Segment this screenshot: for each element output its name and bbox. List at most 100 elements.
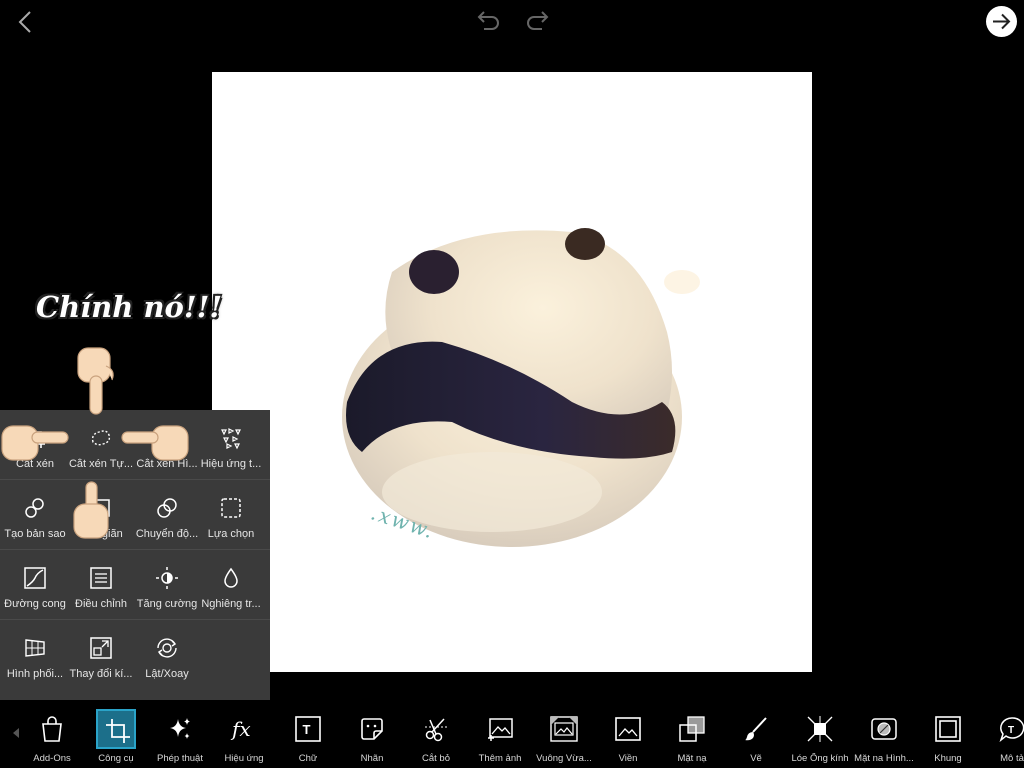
toolbar-addons[interactable]: Add-Ons: [20, 706, 84, 766]
toolbar-add-photo[interactable]: Thêm ảnh: [468, 706, 532, 766]
tool-enhance[interactable]: Tăng cường: [134, 550, 200, 620]
tiltshift-icon: [224, 567, 238, 588]
toolbar-border[interactable]: Viền: [596, 706, 660, 766]
icon-wrap: [672, 709, 712, 749]
tool-label: Lật/Xoay: [145, 668, 189, 680]
tool-tilt-shift[interactable]: Nghiêng tr...: [198, 550, 264, 620]
toolbar-frame[interactable]: Khung: [916, 706, 980, 766]
hand-pointing-left-icon: [121, 425, 189, 461]
toolbar-mask[interactable]: Mặt nạ: [660, 706, 724, 766]
tool-motion[interactable]: Chuyển độ...: [134, 480, 200, 550]
tool-clone[interactable]: Tạo bản sao: [2, 480, 68, 550]
border-icon: [615, 717, 641, 741]
lens-flare-icon: [807, 716, 833, 742]
icon-wrap: [928, 709, 968, 749]
tool-label: Điều chỉnh: [75, 598, 127, 610]
hand-pointing-right-icon: [1, 425, 69, 461]
icon-wrap: [96, 709, 136, 749]
frame-icon: [935, 716, 961, 742]
icon-wrap: [32, 709, 72, 749]
tool-resize[interactable]: Thay đổi kí...: [68, 620, 134, 690]
toolbar-text[interactable]: T Chữ: [276, 706, 340, 766]
icon-wrap: [352, 709, 392, 749]
redo-button[interactable]: [524, 8, 554, 36]
tool-label: Hình phối...: [6, 668, 64, 680]
toolbar-shape-mask[interactable]: Mặt na Hình...: [852, 706, 916, 766]
sticker-caption: Chính nó!!!: [36, 290, 223, 324]
toolbar-sticker[interactable]: Nhãn: [340, 706, 404, 766]
toolbar-effects[interactable]: fx Hiệu ứng: [212, 706, 276, 766]
icon-wrap: [608, 709, 648, 749]
text-icon: T: [295, 716, 321, 742]
mask-icon: [679, 716, 705, 742]
shape-mask-icon: [871, 718, 897, 740]
perspective-icon: [25, 639, 45, 657]
tool-dispersion[interactable]: Hiệu ứng t...: [198, 410, 264, 480]
tool-label: Tạo bản sao: [4, 528, 66, 540]
chevron-left-icon: [18, 11, 31, 33]
chevron-left-icon[interactable]: [10, 726, 20, 740]
toolbar-tools[interactable]: Công cụ: [84, 706, 148, 766]
photo-canvas[interactable]: .xww.: [212, 72, 812, 672]
toolbar-label: Add-Ons: [33, 753, 71, 764]
hand-pointing-up-icon: [73, 481, 109, 539]
toolbar-label: Chữ: [298, 753, 318, 764]
tool-adjust[interactable]: Điều chỉnh: [68, 550, 134, 620]
tool-label: Hiệu ứng t...: [200, 458, 262, 470]
tool-label: Đường cong: [4, 598, 66, 610]
toolbar-callout[interactable]: T Mô tả: [980, 706, 1024, 766]
toolbar-label: Mô tả: [1000, 753, 1024, 764]
toolbar-magic[interactable]: Phép thuật: [148, 706, 212, 766]
back-button[interactable]: [12, 8, 40, 36]
toolbar-lens-flare[interactable]: Lóe Ống kính: [788, 706, 852, 766]
toolbar-draw[interactable]: Vẽ: [724, 706, 788, 766]
icon-wrap: fx: [224, 709, 264, 749]
icon-wrap: [544, 709, 584, 749]
tool-label: Thay đổi kí...: [69, 668, 133, 680]
shopping-bag-icon: [42, 716, 62, 742]
adjust-icon: [90, 567, 112, 589]
dispersion-icon: [221, 428, 241, 450]
tool-perspective[interactable]: Hình phối...: [2, 620, 68, 690]
svg-text:T: T: [1008, 725, 1014, 736]
toolbar-cutout[interactable]: Cắt bỏ: [404, 706, 468, 766]
toolbar-label: Phép thuật: [157, 753, 203, 764]
sparkle-icon: [170, 718, 190, 739]
square-fit-icon: [550, 716, 578, 742]
toolbar-label: Vẽ: [750, 753, 762, 764]
icon-wrap: [480, 709, 520, 749]
sticker-icon: [361, 718, 383, 740]
toolbar-label: Khung: [934, 753, 962, 764]
undo-button[interactable]: [472, 8, 502, 36]
icon-wrap: [416, 709, 456, 749]
tool-flip-rotate[interactable]: Lật/Xoay: [134, 620, 200, 690]
top-bar: [0, 0, 1024, 44]
hand-pointing-down-icon: [77, 347, 114, 415]
toolbar-label: Cắt bỏ: [422, 753, 450, 764]
toolbar-label: Nhãn: [360, 753, 384, 764]
next-button[interactable]: [986, 6, 1017, 37]
motion-icon: [157, 498, 177, 518]
toolbar-label: Hiệu ứng: [224, 753, 264, 764]
toolbar-label: Viền: [618, 753, 638, 764]
toolbar-label: Mặt na Hình...: [854, 753, 914, 764]
tools-row: Tạo bản sao Kéo giãn Chuyển độ... Lựa ch…: [0, 480, 270, 550]
icon-wrap: [160, 709, 200, 749]
icon-wrap: [800, 709, 840, 749]
tool-label: Chuyển độ...: [135, 528, 199, 540]
redo-icon: [527, 11, 549, 30]
panda-illustration: [342, 228, 700, 547]
svg-text:T: T: [303, 722, 311, 737]
tool-selection[interactable]: Lựa chọn: [198, 480, 264, 550]
toolbar-label: Công cụ: [98, 753, 134, 764]
svg-text:fx: fx: [230, 717, 251, 741]
tools-row: Hình phối... Thay đổi kí... Lật/Xoay: [0, 620, 270, 690]
icon-wrap: [864, 709, 904, 749]
tool-label: Nghiêng tr...: [201, 598, 261, 610]
arrow-right-icon: [993, 13, 1011, 30]
tool-curves[interactable]: Đường cong: [2, 550, 68, 620]
undo-icon: [477, 11, 499, 30]
icon-wrap: T: [992, 709, 1024, 749]
toolbar-square-fit[interactable]: Vuông Vừa...: [532, 706, 596, 766]
fx-icon: fx: [230, 717, 251, 741]
